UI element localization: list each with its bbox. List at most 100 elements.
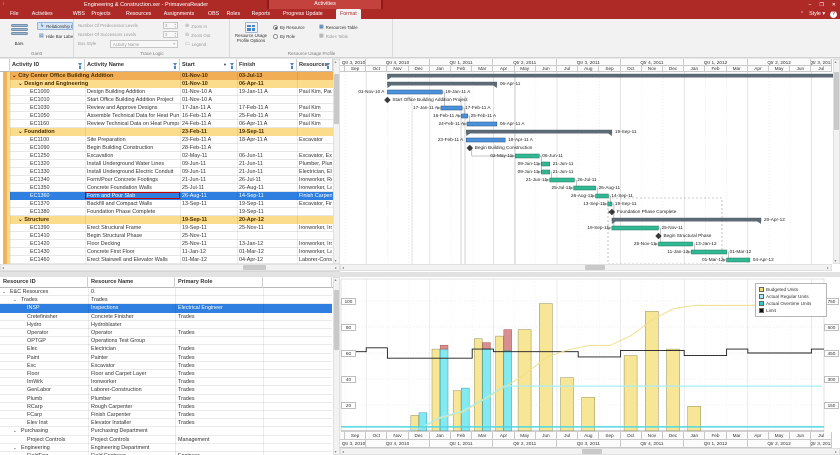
bars-button[interactable]: Bars: [2, 21, 36, 51]
activity-row[interactable]: EC1460 Erect Stairwell and Elevator Walls…: [0, 256, 333, 264]
scroll-down-arrow[interactable]: ▾: [835, 259, 837, 263]
scroll-thumb[interactable]: [334, 290, 339, 350]
activity-row[interactable]: EC1350 Concrete Foundation Walls 25-Jul-11…: [0, 184, 333, 192]
succ-levels-stepper[interactable]: 3 ▴ ▾: [163, 31, 178, 38]
actual-overtime-units-bar[interactable]: [482, 342, 491, 350]
activity-row[interactable]: EC1000 Design Building Addition 01-Nov-10 …: [0, 88, 333, 96]
gantt-actual-bar[interactable]: [466, 137, 506, 143]
resource-row[interactable]: GenLabor Laborer-Construction Trades: [0, 386, 332, 395]
timescale-month-cell[interactable]: Jun: [790, 432, 812, 440]
scroll-thumb[interactable]: [585, 265, 605, 270]
actual-regular-units-bar[interactable]: [503, 350, 512, 432]
expand-arrow-icon[interactable]: ⌄: [13, 444, 17, 452]
timescale-month-cell[interactable]: Jul: [811, 432, 832, 440]
timescale-month-cell[interactable]: Jun: [535, 432, 557, 440]
gantt-remaining-bar[interactable]: [607, 201, 613, 207]
resource-row[interactable]: IrnWrk Ironworker Trades: [0, 378, 332, 387]
legend-button[interactable]: ▭ Legend: [183, 40, 223, 48]
budgeted-units-bar[interactable]: [517, 329, 532, 432]
expand-arrow-icon[interactable]: ⌄: [13, 427, 17, 435]
activity-column-header[interactable]: Finish: [237, 59, 297, 72]
menu-tab-file[interactable]: File: [6, 9, 23, 19]
activity-table-hscrollbar[interactable]: [0, 264, 340, 271]
actual-regular-units-bar[interactable]: [439, 348, 449, 432]
resources-table-button[interactable]: ▦ Resources Table: [317, 23, 373, 31]
budgeted-units-bar[interactable]: [581, 396, 595, 432]
context-tab-activities[interactable]: Activities: [267, 0, 383, 9]
menu-tab-format[interactable]: Format: [336, 9, 361, 19]
resource-row[interactable]: ⌄ E&C Resources 0.: [0, 288, 332, 297]
activity-row[interactable]: EC1370 Backfill and Compact Walls 13-Sep-1…: [0, 200, 333, 208]
timescale-quarter-cell[interactable]: Qtr 4, 2011: [620, 440, 685, 448]
resource-row[interactable]: Hydro Hydroblaster: [0, 321, 332, 329]
activity-column-header[interactable]: Start ▼: [180, 59, 237, 72]
activity-row[interactable]: EC1410 Begin Structural Phase 25-Nov-11: [0, 232, 333, 240]
scroll-thumb[interactable]: [334, 74, 339, 124]
budgeted-units-bar[interactable]: [645, 311, 659, 432]
gantt-remaining-bar[interactable]: [573, 185, 596, 191]
scroll-up-arrow[interactable]: ▴: [835, 60, 837, 64]
timescale-month-cell[interactable]: Oct: [620, 432, 642, 440]
activity-row[interactable]: EC1390 Erect Structural Frame 19-Sep-11 25-…: [0, 224, 333, 232]
filter-funnel-icon[interactable]: [290, 63, 294, 69]
menu-tab-projects[interactable]: Projects: [87, 9, 114, 19]
summary-bar[interactable]: [387, 73, 834, 78]
resource-column-header[interactable]: Resource ID: [0, 277, 88, 288]
activity-row[interactable]: EC1320 Install Underground Water Lines 09-…: [0, 160, 333, 168]
scroll-left-arrow[interactable]: ◂: [2, 265, 4, 270]
resource-row[interactable]: Elev Inst Elevator Installer Trades: [0, 419, 332, 428]
summary-bar[interactable]: [611, 217, 762, 222]
budgeted-units-bar[interactable]: [495, 335, 504, 432]
activity-row[interactable]: EC1380 Foundation Phase Complete 19-Sep-11: [0, 208, 333, 216]
timescale-quarter-cell[interactable]: Qtr 3, 2012: [811, 440, 832, 448]
timescale-month-cell[interactable]: Sep: [345, 432, 367, 440]
resource-row[interactable]: OPTGP Operations Test Group: [0, 337, 332, 346]
budgeted-units-bar[interactable]: [452, 390, 462, 432]
filter-funnel-icon[interactable]: [173, 63, 177, 69]
timescale-month-cell[interactable]: Nov: [641, 432, 663, 440]
resource-row[interactable]: RCarp Rough Carpenter Trades: [0, 403, 332, 411]
gantt-remaining-bar[interactable]: [611, 225, 659, 231]
gantt-remaining-bar[interactable]: [541, 161, 550, 167]
milestone-diamond[interactable]: [384, 96, 391, 104]
gantt-remaining-bar[interactable]: [726, 257, 751, 263]
actual-overtime-units-bar[interactable]: [503, 329, 512, 351]
timescale-month-cell[interactable]: May: [514, 432, 536, 440]
budgeted-units-bar[interactable]: [666, 348, 680, 432]
menu-tab-progress-update[interactable]: Progress Update: [279, 9, 327, 19]
menu-tab-roles[interactable]: Roles: [223, 9, 245, 19]
scroll-right-arrow[interactable]: ▸: [835, 449, 837, 454]
scroll-thumb[interactable]: [243, 265, 266, 270]
menu-tab-assignments[interactable]: Assignments: [160, 9, 198, 19]
activity-row[interactable]: EC1010 Start Office Building Addition Pro…: [0, 96, 333, 104]
scroll-left-arrow[interactable]: ◂: [342, 265, 344, 270]
resource-row[interactable]: ⌄ Trades Trades: [0, 296, 332, 305]
resource-column-header[interactable]: Primary Role: [175, 277, 263, 288]
timescale-quarter-cell[interactable]: Qtr 3, 2011: [557, 440, 621, 448]
timescale-month-cell[interactable]: May: [769, 432, 791, 440]
resource-column-header[interactable]: Resource Name: [88, 277, 175, 288]
activity-row[interactable]: ⌄ Structure 19-Sep-11 20-Apr-12: [0, 216, 333, 224]
budgeted-units-bar[interactable]: [539, 303, 553, 432]
activity-row[interactable]: EC1050 Assemble Technical Data for Heat P…: [0, 112, 333, 120]
by-resource-radio[interactable]: By Resource: [271, 23, 313, 31]
activity-row[interactable]: EC1030 Review and Approve Designs 17-Jan-1…: [0, 104, 333, 112]
gantt-actual-bar[interactable]: [461, 113, 468, 119]
scroll-right-arrow[interactable]: ▸: [827, 265, 829, 270]
menu-tab-wbs[interactable]: WBS: [69, 9, 89, 19]
activity-column-header[interactable]: Activity Name: [85, 59, 180, 72]
by-role-radio[interactable]: By Role: [271, 32, 313, 40]
gantt-actual-bar[interactable]: [440, 105, 463, 111]
gantt-remaining-bar[interactable]: [595, 193, 609, 199]
expand-arrow-icon[interactable]: ⌄: [2, 288, 6, 296]
activity-row[interactable]: ⌄ Foundation 23-Feb-11 19-Sep-11: [0, 128, 333, 136]
gantt-actual-bar[interactable]: [387, 89, 443, 95]
gantt-remaining-bar[interactable]: [690, 249, 727, 255]
zoom-in-button[interactable]: ⊕ Zoom In: [183, 22, 223, 30]
menu-tab-reports[interactable]: Reports: [248, 9, 275, 19]
resource-row[interactable]: Cretefinisher Concrete Finisher Trades: [0, 313, 332, 321]
expand-arrow-icon[interactable]: ⌄: [13, 296, 17, 304]
menu-tab-obs[interactable]: OBS: [204, 9, 223, 19]
timescale-month-cell[interactable]: Sep: [599, 432, 621, 440]
activity-row[interactable]: ⌄ City Center Office Building Addition 01…: [0, 72, 333, 80]
